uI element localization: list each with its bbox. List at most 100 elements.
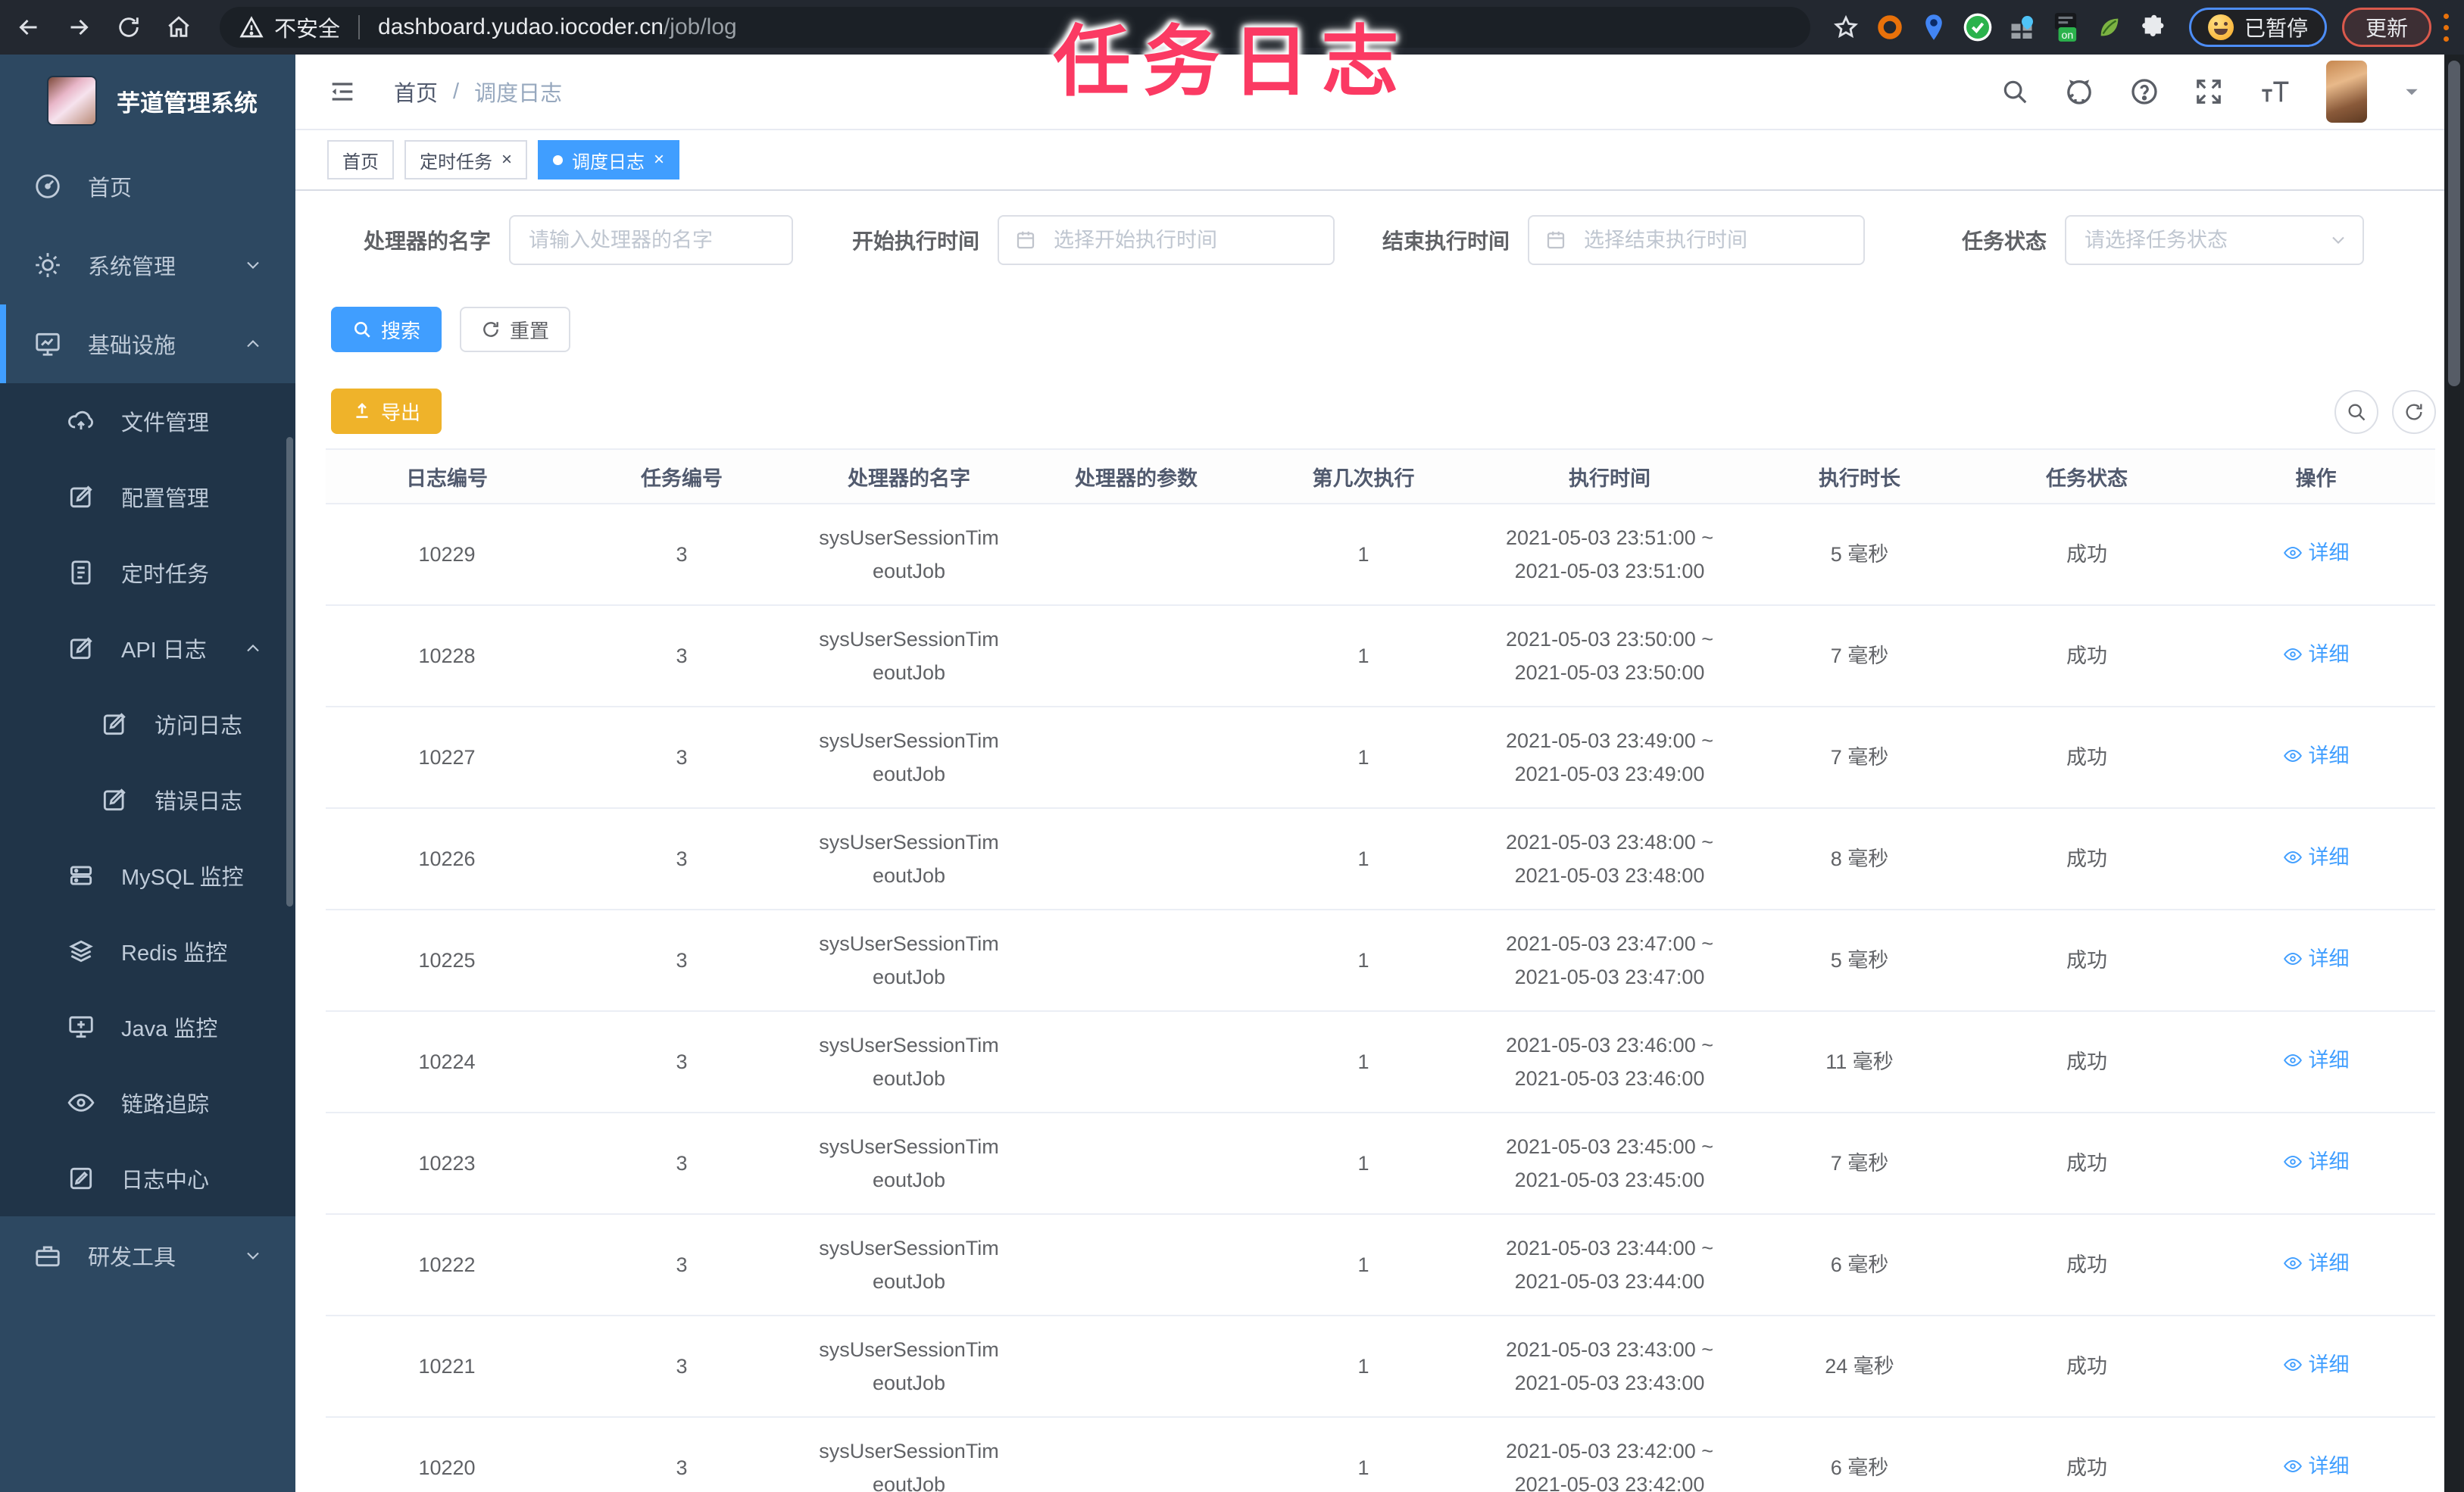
job-status-input[interactable] (2065, 215, 2365, 265)
export-button[interactable]: 导出 (331, 389, 442, 434)
cell-log-id: 10228 (326, 605, 568, 707)
cell-actions: 详细 (2197, 1316, 2435, 1418)
refresh-table-button[interactable] (2392, 390, 2436, 434)
eye-icon (67, 1088, 95, 1117)
cell-job-id: 3 (568, 1417, 795, 1492)
reset-button[interactable]: 重置 (460, 307, 571, 352)
cell-exec-index: 1 (1250, 1214, 1477, 1316)
sidebar-item-redis-monitor[interactable]: Redis 监控 (0, 913, 295, 989)
sidebar-item-trace[interactable]: 链路追踪 (0, 1065, 295, 1141)
detail-link[interactable]: 详细 (2283, 1247, 2350, 1280)
cell-exec-time: 2021-05-03 23:49:00 ~2021-05-03 23:49:00 (1477, 707, 1742, 809)
extension-pin-icon[interactable] (1912, 14, 1956, 41)
sidebar-logo[interactable]: 芋道管理系统 (0, 55, 295, 147)
cell-exec-time: 2021-05-03 23:44:00 ~2021-05-03 23:44:00 (1477, 1214, 1742, 1316)
sidebar-item-config-management[interactable]: 配置管理 (0, 459, 295, 535)
cell-job-id: 3 (568, 1316, 795, 1418)
end-time-input[interactable] (1528, 215, 1866, 265)
sidebar-item-scheduled-tasks[interactable]: 定时任务 (0, 535, 295, 610)
detail-link[interactable]: 详细 (2283, 841, 2350, 874)
bookmark-star-icon[interactable] (1824, 14, 1868, 40)
chevron-down-icon[interactable] (2402, 82, 2422, 101)
eye-icon (2283, 847, 2303, 867)
sidebar-item-java-monitor[interactable]: Java 监控 (0, 989, 295, 1065)
tab-job-log[interactable]: 调度日志 × (538, 140, 680, 179)
detail-link[interactable]: 详细 (2283, 1348, 2350, 1381)
filter-end-time: 结束执行时间 (1382, 215, 1866, 265)
browser-update-button[interactable]: 更新 (2341, 8, 2431, 47)
sidebar-item-log-center[interactable]: 日志中心 (0, 1141, 295, 1216)
detail-link[interactable]: 详细 (2283, 942, 2350, 975)
extensions-puzzle-icon[interactable] (2131, 14, 2175, 40)
url-path: /job/log (663, 14, 737, 39)
cell-log-id: 10220 (326, 1417, 568, 1492)
sidebar-item-error-log[interactable]: 错误日志 (0, 762, 295, 838)
back-icon[interactable] (8, 6, 50, 48)
page-scrollbar[interactable] (2444, 55, 2464, 1492)
detail-link[interactable]: 详细 (2283, 1450, 2350, 1483)
detail-link[interactable]: 详细 (2283, 1145, 2350, 1178)
forward-icon[interactable] (58, 6, 100, 48)
detail-link[interactable]: 详细 (2283, 1044, 2350, 1077)
detail-link[interactable]: 详细 (2283, 536, 2350, 570)
detail-link[interactable]: 详细 (2283, 739, 2350, 773)
detail-link[interactable]: 详细 (2283, 638, 2350, 671)
fullscreen-icon[interactable] (2194, 77, 2223, 106)
extension-grid-icon[interactable] (2000, 14, 2044, 41)
profile-paused-badge[interactable]: 已暂停 (2188, 8, 2327, 47)
browser-toolbar: 不安全 dashboard.yudao.iocoder.cn/job/log o… (0, 0, 2464, 55)
search-button[interactable]: 搜索 (331, 307, 442, 352)
home-icon[interactable] (158, 6, 200, 48)
sidebar-item-file-management[interactable]: 文件管理 (0, 383, 295, 459)
sidebar-item-label: 访问日志 (155, 714, 243, 738)
tab-label: 调度日志 (572, 151, 645, 173)
handler-name-input[interactable] (509, 215, 794, 265)
extension-leaf-icon[interactable] (2088, 14, 2131, 40)
sidebar-item-home[interactable]: 首页 (0, 147, 295, 226)
tab-home[interactable]: 首页 (327, 140, 394, 179)
github-icon[interactable] (2064, 76, 2094, 107)
sidebar-item-label: MySQL 监控 (121, 866, 244, 890)
header-search-icon[interactable] (2000, 77, 2029, 106)
reload-icon[interactable] (108, 6, 150, 48)
table-row: 10228 3 sysUserSessionTim eoutJob 1 2021-05-0… (326, 605, 2435, 707)
sidebar-item-api-log[interactable]: API 日志 (0, 610, 295, 686)
column-header-exec-time: 执行时间 (1477, 448, 1742, 504)
address-bar[interactable]: 不安全 dashboard.yudao.iocoder.cn/job/log (220, 7, 1810, 48)
begin-time-input[interactable] (998, 215, 1335, 265)
toggle-search-button[interactable] (2334, 390, 2378, 434)
cell-exec-time: 2021-05-03 23:43:00 ~2021-05-03 23:43:00 (1477, 1316, 1742, 1418)
sidebar-item-mysql-monitor[interactable]: MySQL 监控 (0, 838, 295, 913)
tab-scheduled-tasks[interactable]: 定时任务 × (404, 140, 528, 179)
sidebar-item-access-log[interactable]: 访问日志 (0, 686, 295, 762)
font-size-icon[interactable] (2258, 76, 2291, 107)
browser-menu-icon[interactable] (2444, 13, 2449, 42)
java-monitor-icon (67, 1013, 95, 1041)
close-icon[interactable]: × (501, 151, 512, 169)
extension-on-badge-icon[interactable]: on (2044, 11, 2088, 44)
tab-label: 定时任务 (420, 151, 492, 173)
edit-icon (100, 710, 129, 738)
table-row: 10224 3 sysUserSessionTim eoutJob 1 2021-05-0… (326, 1011, 2435, 1113)
close-icon[interactable]: × (654, 151, 664, 169)
avatar[interactable] (2326, 61, 2367, 123)
eye-icon (2283, 1152, 2303, 1172)
help-icon[interactable] (2129, 76, 2160, 107)
sidebar-scrollbar-thumb[interactable] (286, 437, 293, 907)
sidebar-item-infrastructure[interactable]: 基础设施 (0, 304, 295, 383)
breadcrumb-home[interactable]: 首页 (394, 76, 438, 108)
cell-duration: 7 毫秒 (1742, 707, 1977, 809)
sidebar-item-dev-tools[interactable]: 研发工具 (0, 1216, 295, 1295)
cell-handler-name: sysUserSessionTim eoutJob (795, 1316, 1023, 1418)
sidebar-item-system-management[interactable]: 系统管理 (0, 226, 295, 304)
extension-orange-ring-icon[interactable] (1868, 14, 1912, 41)
svg-text:on: on (2061, 29, 2073, 41)
filter-label: 任务状态 (1962, 229, 2047, 253)
cell-status: 成功 (1977, 1417, 2197, 1492)
extension-green-check-icon[interactable] (1956, 12, 2000, 42)
sidebar-item-label: 系统管理 (88, 255, 176, 279)
sidebar-collapse-icon[interactable] (327, 76, 358, 107)
export-button-label: 导出 (381, 401, 421, 424)
security-warning-icon[interactable] (239, 15, 264, 39)
page-scrollbar-thumb[interactable] (2448, 61, 2460, 386)
